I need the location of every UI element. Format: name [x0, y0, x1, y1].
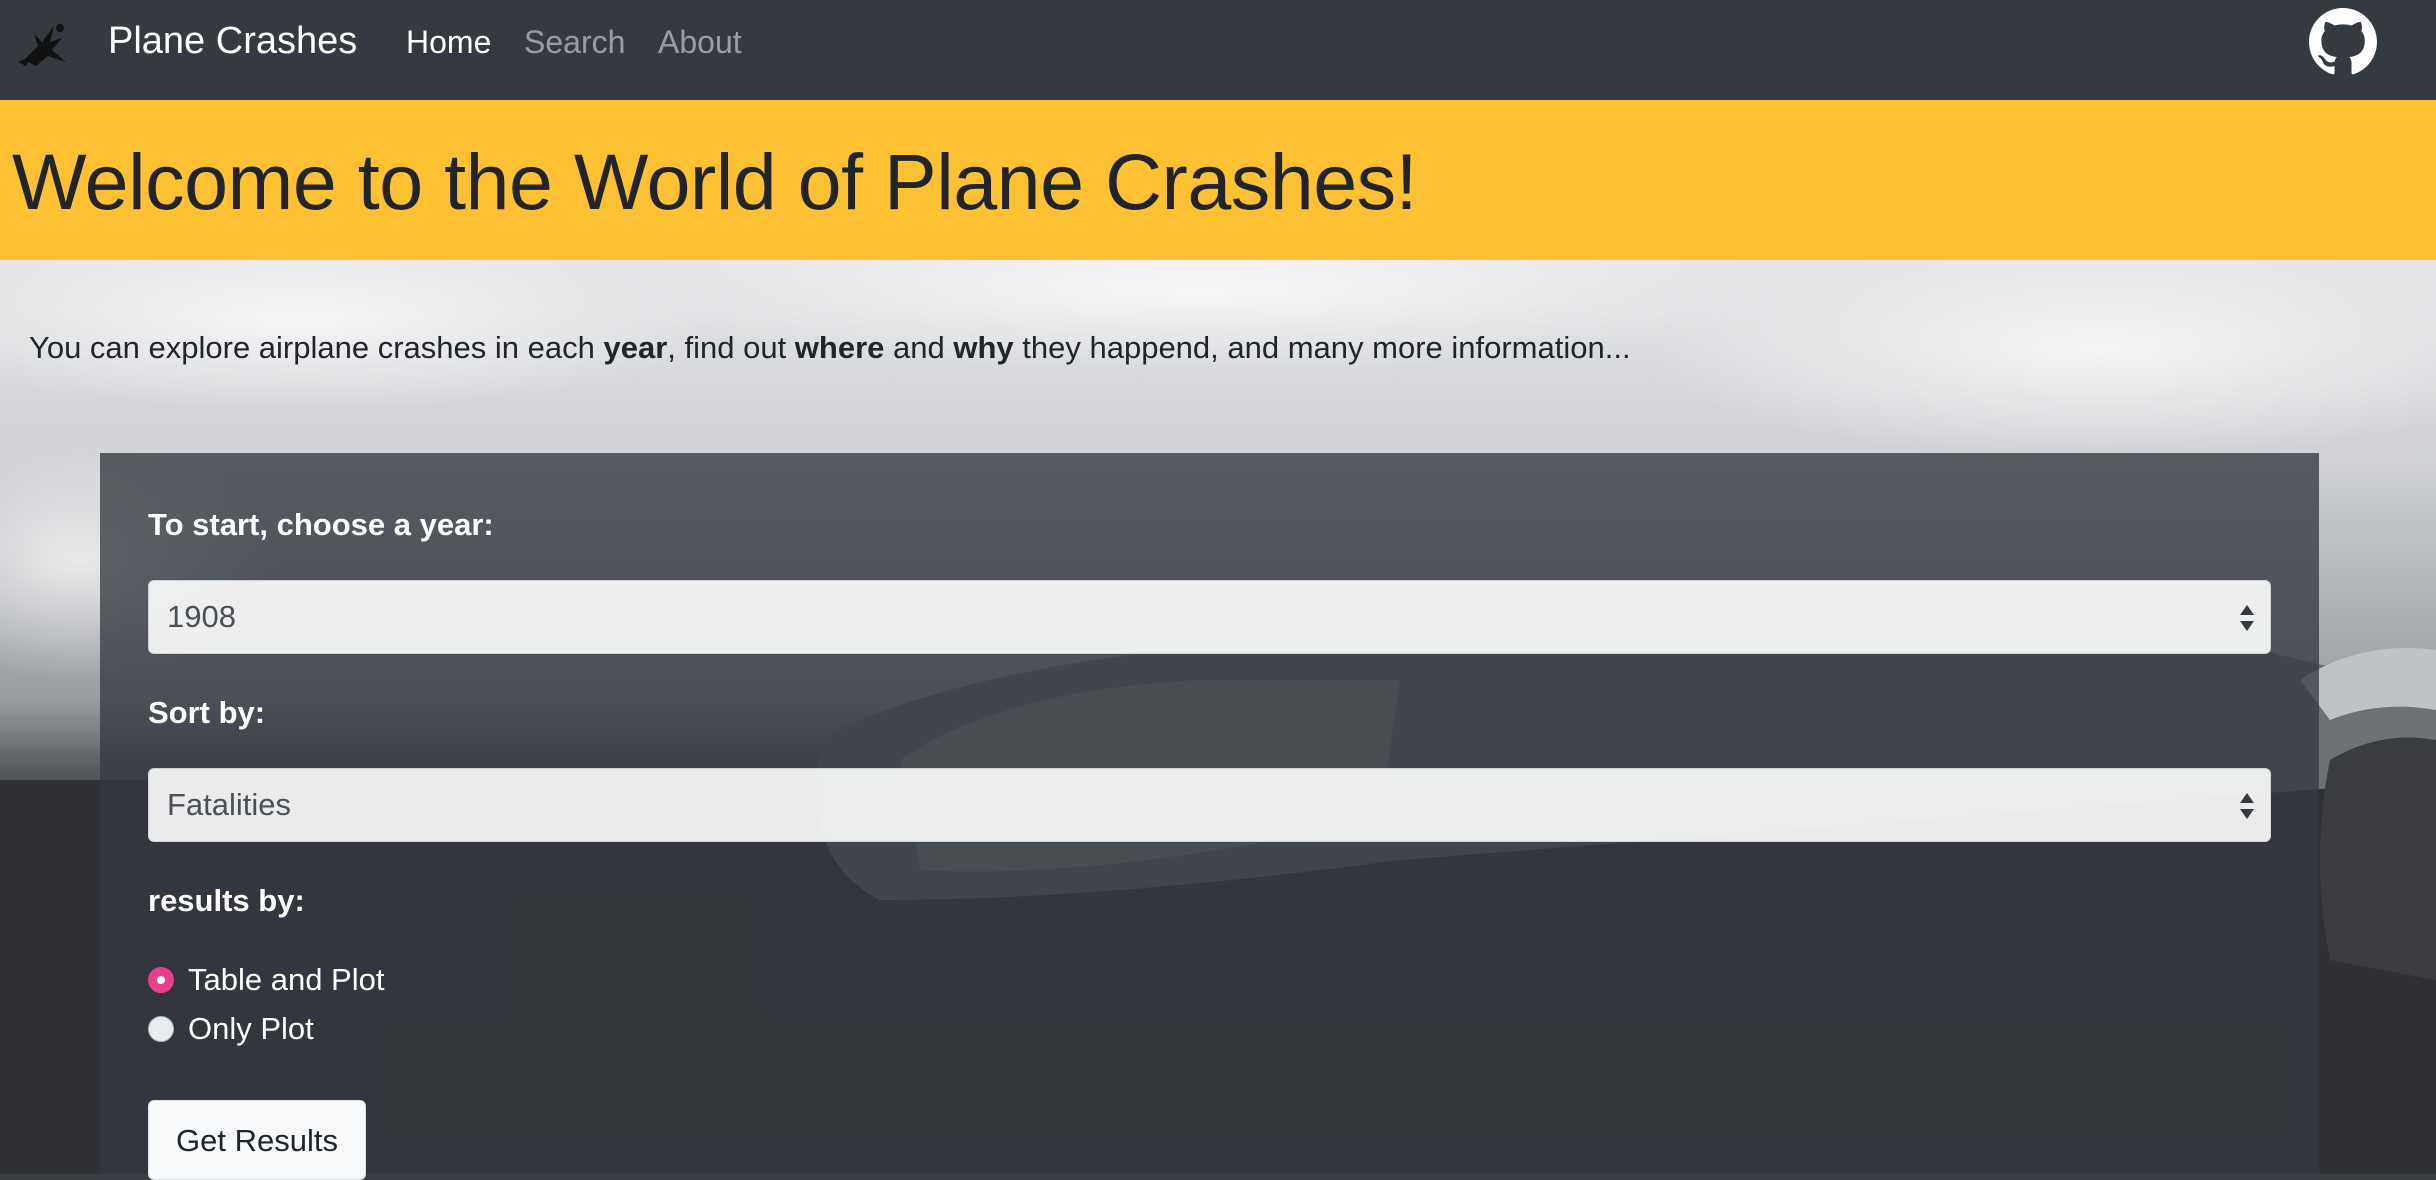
hero-banner: Welcome to the World of Plane Crashes! — [0, 100, 2436, 260]
nav-home[interactable]: Home — [406, 18, 491, 66]
radio-button-checked[interactable] — [148, 967, 174, 993]
github-icon[interactable] — [2309, 8, 2377, 76]
radio-label: Only Plot — [188, 1011, 314, 1046]
radio-button-unchecked[interactable] — [148, 1016, 174, 1042]
brand-name[interactable]: Plane Crashes — [108, 16, 357, 66]
chevron-updown-icon — [2240, 793, 2254, 819]
plane-crash-icon[interactable] — [16, 16, 74, 68]
nav-about[interactable]: About — [658, 18, 742, 66]
results-label: results by: — [148, 883, 305, 918]
intro-text-part: and — [884, 330, 954, 365]
nav-search[interactable]: Search — [524, 18, 625, 66]
radio-only-plot[interactable]: Only Plot — [148, 1009, 314, 1049]
radio-table-and-plot[interactable]: Table and Plot — [148, 960, 384, 1000]
intro-bold-why: why — [953, 330, 1014, 365]
year-select[interactable]: 1908 — [148, 580, 2271, 654]
radio-label: Table and Plot — [188, 962, 385, 997]
year-select-value: 1908 — [167, 599, 236, 634]
intro-text-part: You can explore airplane crashes in each — [29, 330, 604, 365]
intro-text-part: , find out — [667, 330, 795, 365]
page-title: Welcome to the World of Plane Crashes! — [12, 137, 1418, 226]
intro-text-part: they happend, and many more information.… — [1013, 330, 1631, 365]
chevron-updown-icon — [2240, 605, 2254, 631]
navbar: Plane Crashes Home Search About — [0, 0, 2436, 100]
sort-select[interactable]: Fatalities — [148, 768, 2271, 842]
intro-bold-where: where — [794, 330, 885, 365]
year-label: To start, choose a year: — [148, 507, 494, 542]
sort-select-value: Fatalities — [167, 787, 292, 822]
get-results-button[interactable]: Get Results — [148, 1100, 366, 1180]
intro-text: You can explore airplane crashes in each… — [29, 326, 1631, 370]
sort-label: Sort by: — [148, 695, 266, 730]
intro-bold-year: year — [603, 330, 668, 365]
